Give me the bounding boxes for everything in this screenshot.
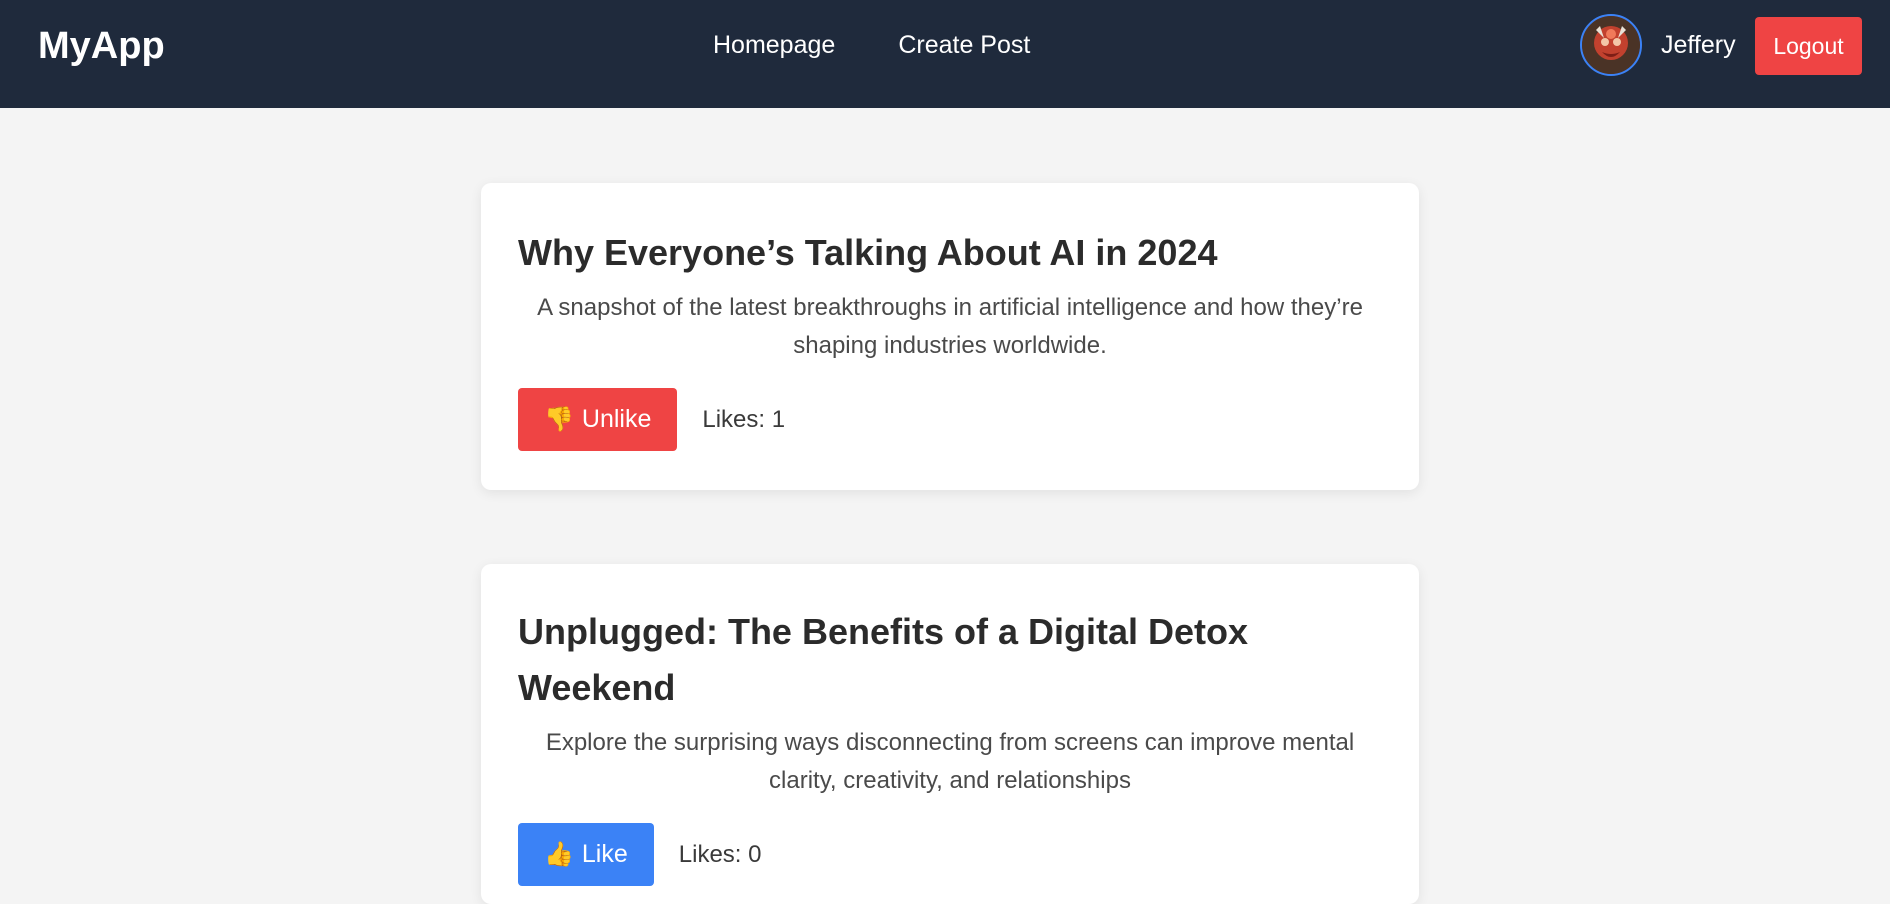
avatar-image [1582, 16, 1640, 74]
post-title: Unplugged: The Benefits of a Digital Det… [518, 611, 1249, 708]
like-button-label: Like [581, 840, 628, 868]
like-button[interactable]: 👍 Like [518, 823, 654, 886]
likes-count: Likes: 1 [702, 405, 786, 433]
post-card: Why Everyone’s Talking About AI in 2024 … [481, 183, 1419, 490]
post-description: Explore the surprising ways disconnectin… [545, 729, 1355, 794]
likes-count: Likes: 0 [678, 840, 762, 868]
username: Jeffery [1661, 31, 1736, 59]
nav-create-post-link[interactable]: Create Post [898, 28, 1030, 62]
brand-logo[interactable]: MyApp [38, 24, 165, 68]
post-actions: 👎 Unlike Likes: 1 [518, 388, 1382, 451]
post-card: Unplugged: The Benefits of a Digital Det… [481, 564, 1419, 904]
unlike-button-label: Unlike [581, 405, 652, 433]
nav-links: Homepage Create Post [713, 28, 1030, 62]
thumbs-down-icon: 👎 [544, 405, 574, 433]
navbar: MyApp Homepage Create Post Jeffery Logou… [0, 0, 1890, 108]
post-description: A snapshot of the latest breakthroughs i… [537, 294, 1363, 359]
user-avatar[interactable] [1580, 14, 1642, 76]
unlike-button[interactable]: 👎 Unlike [518, 388, 678, 451]
thumbs-up-icon: 👍 [544, 840, 574, 868]
logout-button[interactable]: Logout [1755, 17, 1862, 75]
post-actions: 👍 Like Likes: 0 [518, 823, 1382, 886]
post-title: Why Everyone’s Talking About AI in 2024 [518, 232, 1218, 273]
nav-homepage-link[interactable]: Homepage [713, 28, 835, 62]
